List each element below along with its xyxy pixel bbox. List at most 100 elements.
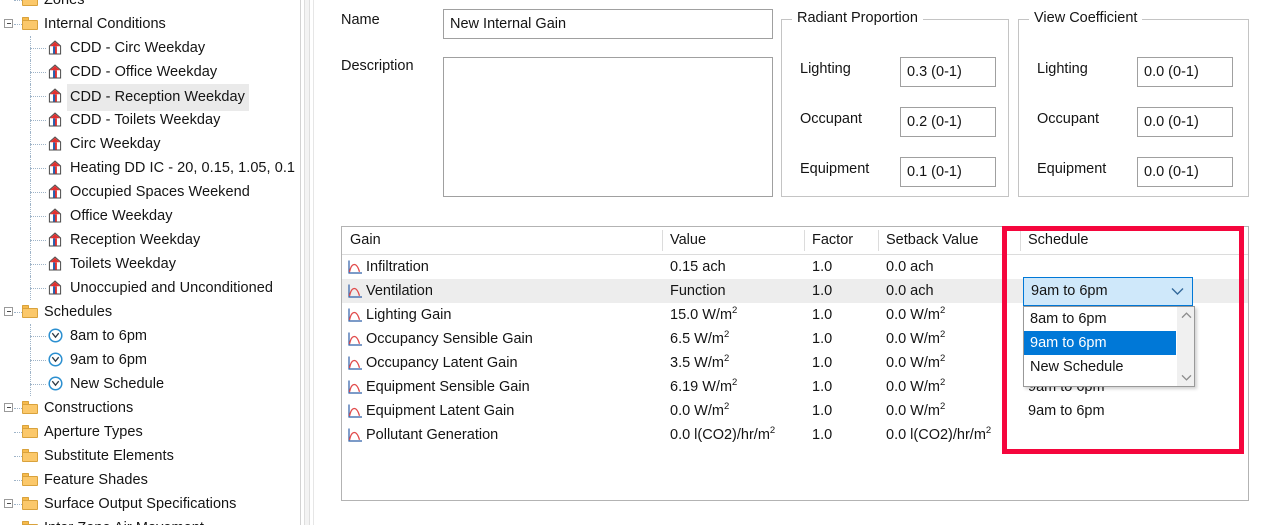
cell-setback[interactable]: 0.0 ach (878, 279, 1020, 303)
tree-item-inter-zone-air-movement[interactable]: Inter Zone Air Movement (0, 516, 300, 525)
tree-item-constructions[interactable]: Constructions (0, 396, 300, 420)
cell-factor[interactable]: 1.0 (804, 423, 878, 447)
tree-expander-icon[interactable] (4, 403, 13, 412)
view-equipment-input[interactable] (1137, 157, 1233, 187)
cell-gain[interactable]: Equipment Sensible Gain (342, 375, 662, 399)
table-row[interactable]: Pollutant Generation0.0 l(CO2)/hr/m21.00… (342, 423, 1248, 447)
tree-item-cdd-reception-weekday[interactable]: CDD - Reception Weekday (0, 84, 300, 108)
cell-gain[interactable]: Equipment Latent Gain (342, 399, 662, 423)
description-textarea[interactable] (443, 57, 773, 197)
column-header-factor[interactable]: Factor (804, 227, 878, 254)
cell-schedule[interactable]: 9am to 6pm (1020, 399, 1248, 423)
cell-setback[interactable]: 0.0 ach (878, 255, 1020, 279)
tree-item-heating-dd-ic-20-0-15-1-05-0-1[interactable]: Heating DD IC - 20, 0.15, 1.05, 0.1 (0, 156, 300, 180)
tree-item-8am-to-6pm[interactable]: 8am to 6pm (0, 324, 300, 348)
cell-factor[interactable]: 1.0 (804, 279, 878, 303)
cell-gain[interactable]: Occupancy Latent Gain (342, 351, 662, 375)
cell-value[interactable]: 0.0 l(CO2)/hr/m2 (662, 423, 804, 447)
tree-item-occupied-spaces-weekend[interactable]: Occupied Spaces Weekend (0, 180, 300, 204)
tree-item-zones[interactable]: Zones (0, 0, 300, 12)
splitter-bar[interactable] (304, 0, 310, 525)
navigation-tree[interactable]: ZonesInternal ConditionsCDD - Circ Weekd… (0, 0, 300, 525)
cell-value[interactable]: 6.5 W/m2 (662, 327, 804, 351)
cell-schedule[interactable] (1020, 255, 1248, 279)
cell-setback[interactable]: 0.0 W/m2 (878, 375, 1020, 399)
tree-item-office-weekday[interactable]: Office Weekday (0, 204, 300, 228)
column-header-schedule[interactable]: Schedule (1020, 227, 1248, 254)
name-input[interactable] (443, 9, 773, 39)
scroll-down-icon[interactable] (1177, 369, 1195, 386)
cell-factor[interactable]: 1.0 (804, 327, 878, 351)
tree-expander-icon[interactable] (4, 307, 13, 316)
column-header-setback[interactable]: Setback Value (878, 227, 1020, 254)
scroll-up-icon[interactable] (1177, 307, 1195, 324)
radiant-occupant-input[interactable] (900, 107, 996, 137)
tree-item-label: Feature Shades (44, 468, 148, 492)
panel-splitter[interactable] (300, 0, 314, 525)
tree-item-feature-shades[interactable]: Feature Shades (0, 468, 300, 492)
view-coefficient-title: View Coefficient (1029, 10, 1142, 26)
tree-item-toilets-weekday[interactable]: Toilets Weekday (0, 252, 300, 276)
view-lighting-label: Lighting (1037, 61, 1088, 77)
tree-item-circ-weekday[interactable]: Circ Weekday (0, 132, 300, 156)
cell-factor[interactable]: 1.0 (804, 303, 878, 327)
view-occupant-input[interactable] (1137, 107, 1233, 137)
cell-gain[interactable]: Occupancy Sensible Gain (342, 327, 662, 351)
tree-connector-vertical (30, 276, 31, 300)
tree-item-new-schedule[interactable]: New Schedule (0, 372, 300, 396)
tree-item-substitute-elements[interactable]: Substitute Elements (0, 444, 300, 468)
cell-factor[interactable]: 1.0 (804, 399, 878, 423)
dropdown-option-new-schedule[interactable]: New Schedule (1024, 355, 1176, 379)
tree-expander-icon[interactable] (4, 499, 13, 508)
column-separator[interactable] (662, 230, 663, 251)
cell-setback[interactable]: 0.0 W/m2 (878, 351, 1020, 375)
radiant-lighting-input[interactable] (900, 57, 996, 87)
tree-connector (30, 336, 46, 337)
tree-item-cdd-office-weekday[interactable]: CDD - Office Weekday (0, 60, 300, 84)
cell-setback[interactable]: 0.0 W/m2 (878, 399, 1020, 423)
cell-gain[interactable]: Lighting Gain (342, 303, 662, 327)
column-header-gain[interactable]: Gain (342, 227, 662, 254)
column-separator[interactable] (1020, 230, 1021, 251)
schedule-dropdown-list[interactable]: 8am to 6pm9am to 6pmNew Schedule (1023, 306, 1195, 387)
tree-item-unoccupied-and-unconditioned[interactable]: Unoccupied and Unconditioned (0, 276, 300, 300)
cell-value[interactable]: 3.5 W/m2 (662, 351, 804, 375)
column-separator[interactable] (804, 230, 805, 251)
cell-factor[interactable]: 1.0 (804, 351, 878, 375)
tree-item-schedules[interactable]: Schedules (0, 300, 300, 324)
tree-item-cdd-toilets-weekday[interactable]: CDD - Toilets Weekday (0, 108, 300, 132)
cell-setback[interactable]: 0.0 W/m2 (878, 327, 1020, 351)
schedule-dropdown-items[interactable]: 8am to 6pm9am to 6pmNew Schedule (1024, 307, 1194, 379)
cell-factor[interactable]: 1.0 (804, 375, 878, 399)
tree-item-surface-output-specifications[interactable]: Surface Output Specifications (0, 492, 300, 516)
dropdown-option-8am-to-6pm[interactable]: 8am to 6pm (1024, 307, 1176, 331)
cell-value[interactable]: Function (662, 279, 804, 303)
table-row[interactable]: Infiltration0.15 ach1.00.0 ach (342, 255, 1248, 279)
dropdown-option-9am-to-6pm[interactable]: 9am to 6pm (1024, 331, 1176, 355)
tree-item-cdd-circ-weekday[interactable]: CDD - Circ Weekday (0, 36, 300, 60)
cell-gain[interactable]: Infiltration (342, 255, 662, 279)
cell-setback[interactable]: 0.0 W/m2 (878, 303, 1020, 327)
tree-item-9am-to-6pm[interactable]: 9am to 6pm (0, 348, 300, 372)
dropdown-scrollbar[interactable] (1176, 307, 1194, 386)
cell-schedule[interactable] (1020, 423, 1248, 447)
schedule-combobox[interactable]: 9am to 6pm (1023, 277, 1193, 306)
cell-value[interactable]: 15.0 W/m2 (662, 303, 804, 327)
column-header-value[interactable]: Value (662, 227, 804, 254)
tree-item-aperture-types[interactable]: Aperture Types (0, 420, 300, 444)
cell-value[interactable]: 6.19 W/m2 (662, 375, 804, 399)
tree-item-reception-weekday[interactable]: Reception Weekday (0, 228, 300, 252)
column-separator[interactable] (878, 230, 879, 251)
cell-value[interactable]: 0.0 W/m2 (662, 399, 804, 423)
chevron-down-icon[interactable] (1168, 278, 1186, 305)
tree-item-internal-conditions[interactable]: Internal Conditions (0, 12, 300, 36)
tree-expander-icon[interactable] (4, 19, 13, 28)
table-row[interactable]: Equipment Latent Gain0.0 W/m21.00.0 W/m2… (342, 399, 1248, 423)
radiant-equipment-input[interactable] (900, 157, 996, 187)
cell-gain[interactable]: Pollutant Generation (342, 423, 662, 447)
cell-factor[interactable]: 1.0 (804, 255, 878, 279)
cell-gain[interactable]: Ventilation (342, 279, 662, 303)
view-lighting-input[interactable] (1137, 57, 1233, 87)
cell-value[interactable]: 0.15 ach (662, 255, 804, 279)
cell-setback[interactable]: 0.0 l(CO2)/hr/m2 (878, 423, 1020, 447)
